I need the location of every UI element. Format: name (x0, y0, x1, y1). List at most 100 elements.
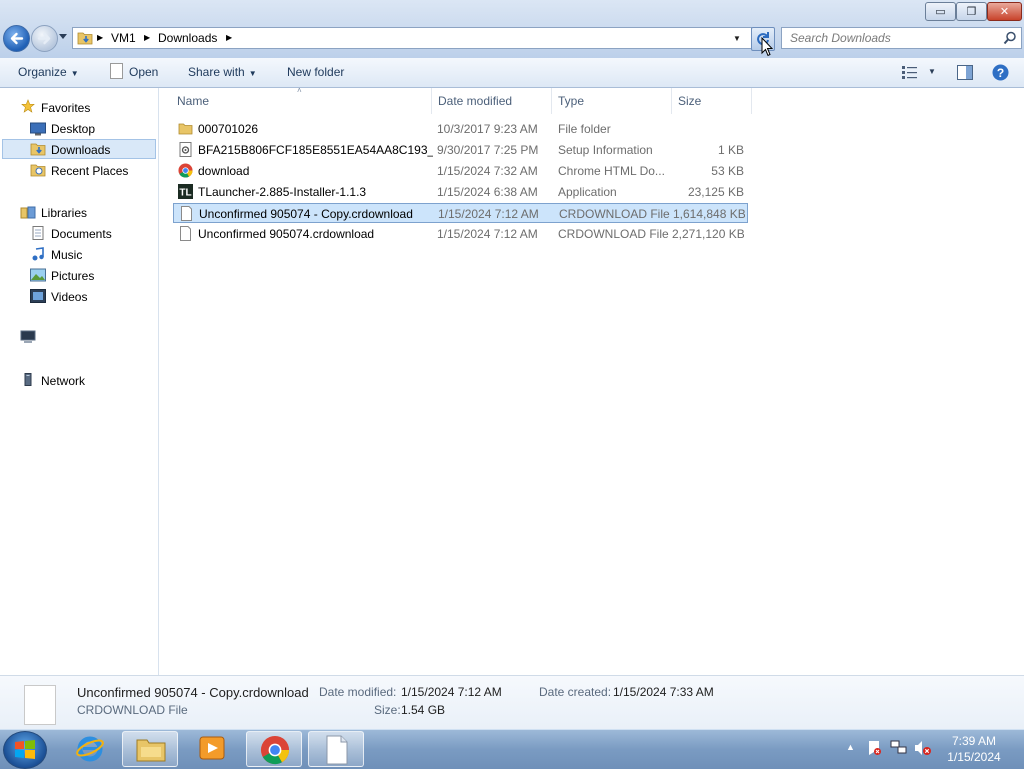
column-divider[interactable] (671, 88, 672, 114)
downloads-folder-icon (30, 143, 46, 156)
show-hidden-icons-icon[interactable]: ▲ (846, 742, 855, 752)
file-explorer-icon (136, 739, 166, 762)
document-icon (326, 735, 348, 765)
file-type: Chrome HTML Do... (558, 164, 665, 178)
computer-icon[interactable] (20, 330, 36, 344)
taskbar-internet-explorer[interactable] (62, 731, 118, 767)
file-row[interactable]: 000701026 10/3/2017 9:23 AM File folder (173, 119, 748, 139)
search-icon[interactable] (1003, 31, 1017, 45)
column-divider[interactable] (551, 88, 552, 114)
search-input[interactable]: Search Downloads (781, 27, 1022, 49)
nav-music[interactable]: Music (51, 248, 82, 262)
breadcrumb-downloads[interactable]: Downloads (158, 31, 217, 45)
svg-text:?: ? (997, 66, 1004, 80)
column-divider[interactable] (431, 88, 432, 114)
column-header-name[interactable]: Name (177, 94, 209, 108)
nav-pictures[interactable]: Pictures (51, 269, 94, 283)
taskbar-file-explorer[interactable] (122, 731, 178, 767)
file-size: 53 KB (711, 164, 744, 178)
file-list: ˄ Name Date modified Type Size 000701026… (159, 86, 1024, 675)
videos-icon (30, 289, 46, 303)
back-button[interactable] (3, 25, 30, 52)
open-file-icon (110, 63, 123, 79)
file-size: 2,271,120 KB (672, 227, 744, 241)
file-row[interactable]: BFA215B806FCF185E8551EA54AA8C193_... 9/3… (173, 140, 748, 160)
column-header-type[interactable]: Type (558, 94, 584, 108)
recent-pages-dropdown[interactable] (59, 33, 67, 41)
taskbar: ▲ 7:39 AM 1/15/2024 (0, 729, 1024, 769)
chrome-icon (178, 163, 193, 178)
file-date: 1/15/2024 7:12 AM (437, 227, 538, 241)
details-pane: Unconfirmed 905074 - Copy.crdownload CRD… (0, 675, 1024, 730)
nav-recent-places[interactable]: Recent Places (51, 164, 128, 178)
column-header-size[interactable]: Size (678, 94, 701, 108)
command-bar: Organize ▼ Open Share with ▼ New folder ▼ … (0, 58, 1024, 88)
nav-downloads[interactable]: Downloads (51, 143, 110, 157)
file-type: File folder (558, 122, 611, 136)
maximize-icon: ❐ (966, 6, 977, 18)
taskbar-chrome[interactable] (246, 731, 302, 767)
minimize-button[interactable]: ▭ (925, 2, 956, 21)
folder-icon (178, 123, 193, 135)
details-created-label: Date created: (539, 685, 612, 699)
folder-download-icon (77, 32, 93, 45)
chevron-right-icon[interactable]: ▶ (97, 33, 103, 42)
share-with-button[interactable]: Share with ▼ (188, 65, 257, 79)
file-row[interactable]: Unconfirmed 905074 - Copy.crdownload 1/1… (173, 203, 748, 223)
clock-time: 7:39 AM (951, 734, 997, 748)
file-row[interactable]: TL TLauncher-2.885-Installer-1.1.3 1/15/… (173, 182, 748, 202)
navigation-pane: Favorites Desktop Downloads Recent Place… (0, 88, 159, 675)
nav-videos[interactable]: Videos (51, 290, 87, 304)
file-size: 1,614,848 KB (673, 207, 745, 221)
file-type: CRDOWNLOAD File (559, 207, 670, 221)
action-center-icon[interactable] (866, 740, 882, 756)
file-date: 1/15/2024 7:32 AM (437, 164, 538, 178)
file-name: TLauncher-2.885-Installer-1.1.3 (198, 185, 367, 199)
nav-network[interactable]: Network (41, 374, 85, 388)
chevron-right-icon[interactable]: ▶ (226, 33, 232, 42)
breadcrumb-vm1[interactable]: VM1 (111, 31, 136, 45)
view-options-icon[interactable] (902, 66, 918, 79)
view-dropdown-icon[interactable]: ▼ (928, 67, 936, 76)
volume-muted-icon[interactable] (914, 740, 932, 756)
nav-desktop[interactable]: Desktop (51, 122, 95, 136)
chrome-icon (260, 735, 290, 765)
file-row[interactable]: Unconfirmed 905074.crdownload 1/15/2024 … (173, 224, 748, 244)
libraries-icon (20, 206, 36, 219)
chevron-down-icon: ▼ (70, 69, 79, 78)
details-created-value: 1/15/2024 7:33 AM (613, 685, 714, 699)
network-status-icon[interactable] (890, 740, 908, 756)
open-button[interactable]: Open (129, 65, 158, 79)
taskbar-media-player[interactable] (184, 731, 240, 767)
nav-documents[interactable]: Documents (51, 227, 112, 241)
desktop-icon (30, 122, 46, 136)
new-folder-button[interactable]: New folder (287, 65, 344, 79)
details-size-label: Size: (374, 703, 401, 717)
help-icon[interactable]: ? (992, 64, 1009, 81)
preview-pane-icon[interactable] (957, 65, 973, 80)
chevron-right-icon[interactable]: ▶ (144, 33, 150, 42)
start-button[interactable] (3, 731, 47, 769)
file-row[interactable]: download 1/15/2024 7:32 AM Chrome HTML D… (173, 161, 748, 181)
internet-explorer-icon (76, 736, 104, 762)
forward-button[interactable] (31, 25, 58, 52)
nav-favorites[interactable]: Favorites (41, 101, 90, 115)
setup-info-icon (179, 142, 192, 157)
taskbar-notepad[interactable] (308, 731, 364, 767)
clock-date: 1/15/2024 (947, 750, 1001, 764)
close-button[interactable]: ✕ (987, 2, 1022, 21)
file-name: BFA215B806FCF185E8551EA54AA8C193_... (198, 143, 433, 157)
address-dropdown-icon[interactable]: ▼ (733, 34, 741, 43)
documents-icon (32, 226, 44, 240)
system-clock[interactable]: 7:39 AM 1/15/2024 (942, 733, 1006, 765)
column-header-date-modified[interactable]: Date modified (438, 94, 512, 108)
maximize-button[interactable]: ❐ (956, 2, 987, 21)
file-name: 000701026 (198, 122, 259, 136)
file-size: 23,125 KB (687, 185, 744, 199)
column-divider[interactable] (751, 88, 752, 114)
nav-libraries[interactable]: Libraries (41, 206, 87, 220)
sort-ascending-icon: ˄ (297, 86, 302, 95)
details-file-icon (24, 685, 56, 725)
address-bar[interactable]: ▶ VM1 ▶ Downloads ▶ ▼ (72, 27, 752, 49)
organize-button[interactable]: Organize ▼ (18, 65, 79, 79)
